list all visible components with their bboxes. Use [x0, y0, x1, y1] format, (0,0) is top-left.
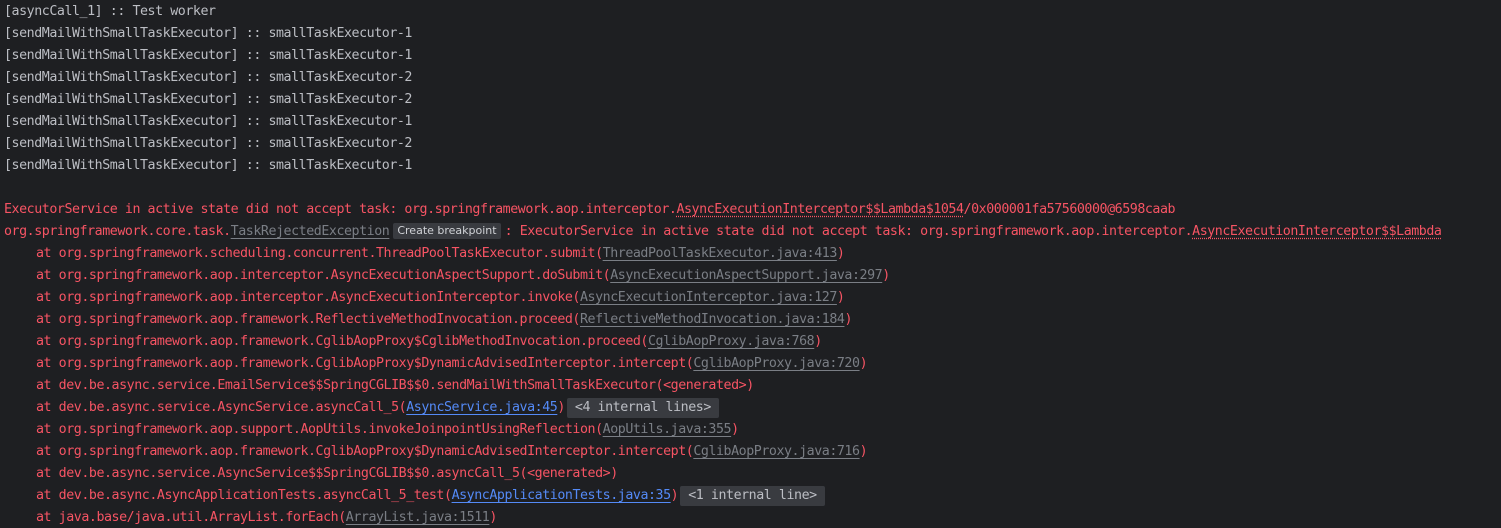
- output-line: [sendMailWithSmallTaskExecutor] :: small…: [4, 158, 412, 173]
- stack-frame-method: at java.base/java.util.ArrayList.forEach…: [36, 510, 346, 525]
- lambda-class-link[interactable]: AsyncExecutionInterceptor$$Lambda: [1192, 224, 1442, 239]
- stack-frame: at dev.be.async.AsyncApplicationTests.as…: [36, 485, 825, 507]
- stack-frame-method: at dev.be.async.AsyncApplicationTests.as…: [36, 488, 452, 503]
- source-file-link[interactable]: AsyncService.java:45: [406, 400, 558, 415]
- output-line: [sendMailWithSmallTaskExecutor] :: small…: [4, 136, 412, 151]
- stack-frame-close-paren: ): [859, 356, 868, 371]
- exception-line: org.springframework.core.task.TaskReject…: [4, 221, 1442, 243]
- output-line: [sendMailWithSmallTaskExecutor] :: small…: [4, 114, 412, 129]
- source-file-link[interactable]: ThreadPoolTaskExecutor.java:413: [603, 246, 838, 261]
- stack-frame-close-paren: ): [859, 444, 868, 459]
- internal-lines-fold[interactable]: <1 internal line>: [680, 486, 825, 506]
- stack-frame-close-paren: ): [882, 268, 890, 283]
- source-file-link[interactable]: AsyncExecutionInterceptor.java:127: [580, 290, 837, 305]
- stack-frame-method: at org.springframework.aop.framework.Cgl…: [36, 356, 694, 371]
- create-breakpoint-tooltip[interactable]: Create breakpoint: [393, 223, 501, 239]
- stack-frame: at org.springframework.aop.framework.Cgl…: [36, 353, 868, 375]
- stack-frame-method: at org.springframework.aop.framework.Cgl…: [36, 334, 648, 349]
- stack-frame-method: at dev.be.async.service.AsyncService.asy…: [36, 400, 407, 415]
- stack-frame: at org.springframework.aop.framework.Cgl…: [36, 331, 822, 353]
- source-file-link[interactable]: ReflectiveMethodInvocation.java:184: [580, 312, 845, 327]
- output-line: [asyncCall_1] :: Test worker: [4, 4, 216, 19]
- stack-frame: at java.base/java.util.ArrayList.forEach…: [36, 507, 497, 528]
- stack-frame-method: at org.springframework.scheduling.concur…: [36, 246, 603, 261]
- source-file-link[interactable]: ArrayList.java:1511: [346, 510, 490, 525]
- error-message-suffix: /0x000001fa57560000@6598caab: [963, 202, 1176, 217]
- stack-frame-method: at org.springframework.aop.interceptor.A…: [36, 268, 611, 283]
- internal-lines-fold[interactable]: <4 internal lines>: [566, 398, 719, 418]
- stack-frame: at org.springframework.scheduling.concur…: [36, 243, 845, 265]
- error-message-prefix: ExecutorService in active state did not …: [4, 202, 677, 217]
- stack-frame-close-paren: ): [670, 488, 679, 503]
- exception-message: : ExecutorService in active state did no…: [504, 224, 1193, 239]
- source-file-link[interactable]: AsyncApplicationTests.java:35: [452, 488, 672, 503]
- source-file-link[interactable]: AsyncExecutionAspectSupport.java:297: [610, 268, 882, 283]
- stack-frame-close-paren: ): [731, 422, 739, 437]
- stack-frame-method: at dev.be.async.service.AsyncService$$Sp…: [36, 466, 618, 481]
- source-file-link[interactable]: CglibAopProxy.java:716: [693, 444, 860, 459]
- stack-frame-method: at org.springframework.aop.framework.Ref…: [36, 312, 580, 327]
- output-line: [sendMailWithSmallTaskExecutor] :: small…: [4, 70, 412, 85]
- stack-frame: at org.springframework.aop.framework.Ref…: [36, 309, 852, 331]
- source-file-link[interactable]: AopUtils.java:355: [603, 422, 732, 437]
- console-output[interactable]: [asyncCall_1] :: Test worker [sendMailWi…: [0, 0, 1501, 528]
- stack-frame: at org.springframework.aop.support.AopUt…: [36, 419, 739, 441]
- lambda-class-link[interactable]: AsyncExecutionInterceptor$$Lambda$1054: [676, 202, 964, 217]
- stack-frame-close-paren: ): [836, 290, 845, 305]
- stack-frame-method: at org.springframework.aop.framework.Cgl…: [36, 444, 694, 459]
- output-line: [sendMailWithSmallTaskExecutor] :: small…: [4, 92, 412, 107]
- exception-package: org.springframework.core.task.: [4, 224, 231, 239]
- stack-frame: at dev.be.async.service.AsyncService$$Sp…: [36, 463, 618, 485]
- stack-frame-method: at org.springframework.aop.support.AopUt…: [36, 422, 603, 437]
- stack-frame: at org.springframework.aop.framework.Cgl…: [36, 441, 868, 463]
- source-file-link[interactable]: CglibAopProxy.java:720: [693, 356, 860, 371]
- stack-frame-close-paren: ): [844, 312, 853, 327]
- error-message-line: ExecutorService in active state did not …: [4, 199, 1176, 221]
- stack-frame-method: at dev.be.async.service.EmailService$$Sp…: [36, 378, 754, 393]
- source-file-link[interactable]: CglibAopProxy.java:768: [648, 334, 815, 349]
- stack-frame: at org.springframework.aop.interceptor.A…: [36, 287, 845, 309]
- stack-frame-method: at org.springframework.aop.interceptor.A…: [36, 290, 580, 305]
- stack-frame: at dev.be.async.service.EmailService$$Sp…: [36, 375, 754, 397]
- stack-frame: at dev.be.async.service.AsyncService.asy…: [36, 397, 719, 419]
- output-line: [sendMailWithSmallTaskExecutor] :: small…: [4, 48, 412, 63]
- stack-frame-close-paren: ): [489, 510, 497, 525]
- stack-frame: at org.springframework.aop.interceptor.A…: [36, 265, 890, 287]
- stack-frame-close-paren: ): [814, 334, 822, 349]
- stack-frame-close-paren: ): [557, 400, 565, 415]
- exception-class-link[interactable]: TaskRejectedException: [231, 224, 390, 239]
- stack-frame-close-paren: ): [836, 246, 845, 261]
- output-line: [sendMailWithSmallTaskExecutor] :: small…: [4, 26, 412, 41]
